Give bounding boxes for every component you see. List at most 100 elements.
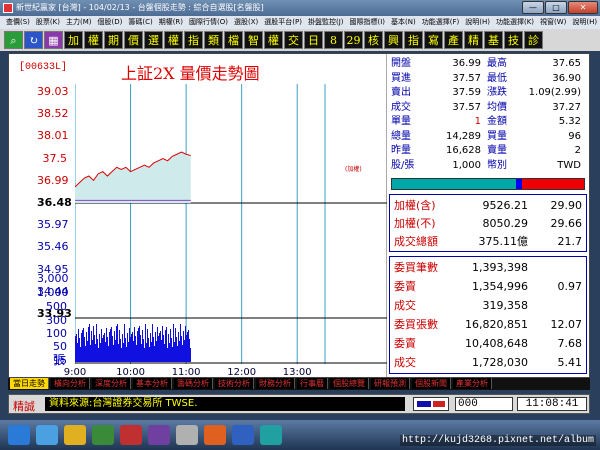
chart-title: 上証2X 量價走勢圖 (121, 64, 260, 83)
menu-item[interactable]: 掛盤監控(J) (308, 16, 344, 29)
toolbar-button[interactable]: 29 (344, 31, 363, 49)
box-label: 加權(不) (394, 217, 436, 230)
tab-analysis[interactable]: 產業分析 (453, 378, 492, 389)
watermark: http://kujd3268.pixnet.net/album (399, 435, 596, 446)
toolbar-button[interactable]: 指 (184, 31, 203, 49)
toolbar-button[interactable]: 產 (444, 31, 463, 49)
ie-icon[interactable] (36, 425, 58, 445)
toolbar-button[interactable]: 8 (324, 31, 343, 49)
index-box: 加權(含) 9526.21 29.90 加權(不) 8050.29 29.66 成交總額 37… (389, 194, 587, 252)
app-icon-2[interactable] (120, 425, 142, 445)
tab-analysis[interactable]: 個股總覽 (330, 378, 369, 389)
price-tick: 36.48 (37, 196, 72, 209)
quote-value: 5.32 (558, 116, 581, 127)
toolbar-button[interactable]: 加 (64, 31, 83, 49)
toolbar-button[interactable]: 智 (244, 31, 263, 49)
box-change: 21.7 (557, 235, 583, 248)
toolbar-button[interactable]: 寫 (424, 31, 443, 49)
folder-icon[interactable] (64, 425, 86, 445)
start-icon[interactable] (8, 425, 30, 445)
code-field[interactable]: 000 (455, 397, 513, 411)
tab-analysis[interactable]: 技術分析 (215, 378, 254, 389)
menu-item[interactable]: 國際指標(I) (350, 16, 386, 29)
toolbar-button[interactable]: 選 (144, 31, 163, 49)
quote-value: 37.65 (552, 58, 581, 69)
app-icon-6[interactable] (232, 425, 254, 445)
quote-value: 36.90 (552, 72, 581, 84)
toolbar-button[interactable]: 期 (104, 31, 123, 49)
quote-row: 股/張 1,000 幣別 TWD (391, 160, 587, 172)
toolbar-button[interactable]: 技 (504, 31, 523, 49)
box-value: 9526.21 (482, 199, 529, 212)
tab-analysis[interactable]: 籌碼分析 (174, 378, 213, 389)
toolbar-button[interactable]: 交 (284, 31, 303, 49)
box-row: 成交總額 375.11億 21.7 (394, 235, 584, 249)
menu-item[interactable]: 主力(M) (66, 16, 92, 29)
quote-value: 36.99 (452, 58, 481, 69)
menu-item[interactable]: 基本(N) (391, 16, 416, 29)
app-icon-5[interactable] (204, 425, 226, 445)
toolbar-button[interactable]: 權 (84, 31, 103, 49)
tab-analysis[interactable]: 深度分析 (92, 378, 131, 389)
minimize-button[interactable]: — (522, 1, 544, 14)
menu-item[interactable]: 功能選擇(K) (496, 16, 534, 29)
toolbar-button[interactable]: 類 (204, 31, 223, 49)
price-tick: 38.01 (37, 129, 69, 143)
toolbar-button[interactable]: 權 (164, 31, 183, 49)
tab-analysis[interactable]: 財務分析 (256, 378, 295, 389)
tab-analysis[interactable]: 行事曆 (297, 378, 328, 389)
quote-value: 37.27 (552, 101, 581, 113)
toolbar-button[interactable]: 診 (524, 31, 543, 49)
chart-pane: [00633L] 上証2X 量價走勢圖 39.03 38.52 38.01 37.5 3… (9, 54, 387, 378)
toolbar-button[interactable]: 日 (304, 31, 323, 49)
refresh-icon[interactable]: ↻ (24, 31, 43, 49)
toolbar-button[interactable]: 核 (364, 31, 383, 49)
toolbar-button[interactable]: 精 (464, 31, 483, 49)
toolbar-button[interactable]: 價 (124, 31, 143, 49)
app-icon-7[interactable] (260, 425, 282, 445)
app-icon-3[interactable] (148, 425, 170, 445)
toolbar-button[interactable]: 基 (484, 31, 503, 49)
tab-analysis[interactable]: 個股新聞 (412, 378, 451, 389)
quote-value: TWD (557, 159, 581, 171)
box-change: 29.90 (550, 199, 583, 212)
menu-item[interactable]: 說明(H) (465, 16, 490, 29)
toolbar-button[interactable]: 指 (404, 31, 423, 49)
app-icon-4[interactable] (176, 425, 198, 445)
quote-value: 37.59 (452, 87, 481, 98)
menu-item[interactable]: 個股(D) (97, 16, 122, 29)
menu-item[interactable]: 國際行情(O) (189, 16, 228, 29)
tab-analysis[interactable]: 當日走勢 (10, 378, 49, 389)
search-icon[interactable]: ⌕ (4, 31, 23, 49)
tab-analysis[interactable]: 橫向分析 (51, 378, 90, 389)
close-button[interactable]: ✕ (568, 1, 598, 14)
app-window: 新世紀贏家 [台灣] - 104/02/13 - 台盤個股走勢 : 綜合自選股[… (0, 0, 600, 450)
quote-value: 37.57 (452, 72, 481, 84)
quote-value: 2 (574, 145, 581, 156)
quote-value: 1.09(2.99) (528, 87, 581, 98)
menu-item[interactable]: 選股(X) (234, 16, 258, 29)
box-change: 5.41 (557, 356, 583, 369)
menu-item[interactable]: 說明(H) (572, 16, 597, 29)
toolbar-button[interactable]: 檔 (224, 31, 243, 49)
tab-analysis[interactable]: 研報預測 (371, 378, 410, 389)
maximize-button[interactable]: □ (545, 1, 567, 14)
menu-item[interactable]: 視窗(W) (540, 16, 566, 29)
toolbar-button[interactable]: 權 (264, 31, 283, 49)
stock-code[interactable]: [00633L] (19, 62, 67, 73)
price-volume-chart[interactable] (75, 84, 387, 364)
app-icon-1[interactable] (92, 425, 114, 445)
menu-item[interactable]: 選股平台(P) (264, 16, 302, 29)
grid-icon[interactable]: ▦ (44, 31, 63, 49)
toolbar-button[interactable]: 興 (384, 31, 403, 49)
menu-item[interactable]: 期權(R) (159, 16, 183, 29)
box-value: 375.11億 (478, 235, 529, 248)
menu-item[interactable]: 股票(K) (36, 16, 60, 29)
box-value: 319,358 (482, 299, 529, 312)
analysis-tabs: 當日走勢 橫向分析 深度分析 基本分析 籌碼分析 技術分析 財務分析 行事曆 個股總覽 研報預測個… (8, 378, 590, 390)
box-change: 29.66 (550, 217, 583, 230)
menu-item[interactable]: 籌碼(C) (128, 16, 152, 29)
menu-item[interactable]: 查價(S) (6, 16, 30, 29)
tab-analysis[interactable]: 基本分析 (133, 378, 172, 389)
menu-item[interactable]: 功能選擇(F) (422, 16, 460, 29)
